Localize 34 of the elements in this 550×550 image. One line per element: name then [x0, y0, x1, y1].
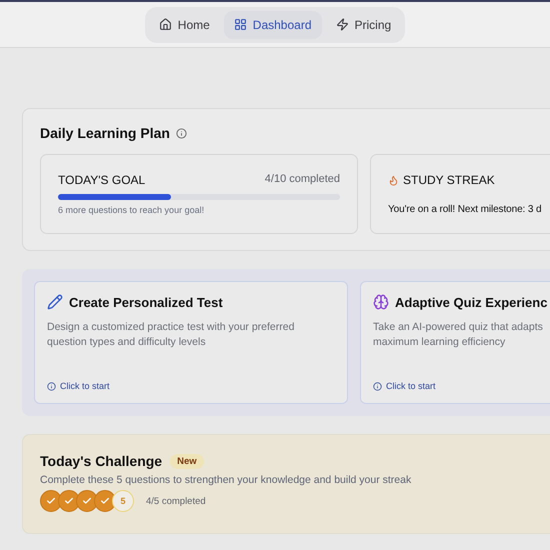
action-description: Take an AI-powered quiz that adapts maximum learning efficiency — [373, 320, 544, 350]
challenge-description: Complete these 5 questions to strengthen your knowledge and build your streak — [40, 474, 412, 486]
nav-tab[interactable]: Home — [148, 10, 220, 38]
lightning-icon — [336, 18, 349, 31]
home-icon — [158, 18, 172, 31]
goal-title: TODAY'S GOAL — [58, 173, 146, 187]
action-title: Adaptive Quiz Experienc — [395, 294, 548, 310]
challenge-title: Today's Challenge — [40, 453, 162, 469]
completed-step[interactable] — [58, 490, 80, 512]
action-description: Design a customized practice test with your preferred question types and difficulty levels — [47, 320, 296, 350]
new-badge: New — [170, 454, 204, 468]
action-title: Create Personalized Test — [69, 294, 223, 310]
completed-step[interactable] — [94, 490, 116, 512]
completed-step[interactable] — [40, 490, 62, 512]
action-card[interactable]: Create Personalized Test Design a customized practice test with your preferred question types and difficulty levels Click to start — [34, 281, 348, 404]
nav-tab[interactable]: Pricing — [326, 10, 402, 38]
challenge-count: 4/5 completed — [146, 496, 206, 506]
info-icon[interactable] — [176, 128, 187, 138]
streak-title: STUDY STREAK — [403, 173, 495, 187]
brain-icon — [373, 294, 389, 310]
goal-count: 4/10 completed — [264, 173, 340, 187]
nav-tab[interactable]: Dashboard — [224, 10, 322, 38]
streak-text: You're on a roll! Next milestone: 3 d — [388, 204, 542, 215]
goal-hint: 6 more questions to reach your goal! — [58, 205, 206, 215]
start-link[interactable]: Click to start — [47, 381, 335, 391]
pencil-icon — [47, 294, 63, 310]
flame-icon — [388, 174, 399, 186]
completed-step[interactable] — [76, 490, 98, 512]
action-card[interactable]: Adaptive Quiz Experienc Take an AI-powered quiz that adapts maximum learning efficiency Click to start — [360, 281, 550, 404]
info-icon — [373, 382, 382, 390]
grid-icon — [234, 18, 247, 31]
info-icon — [47, 382, 56, 390]
section-title: Daily Learning Plan — [40, 125, 170, 141]
start-link[interactable]: Click to start — [373, 381, 550, 391]
